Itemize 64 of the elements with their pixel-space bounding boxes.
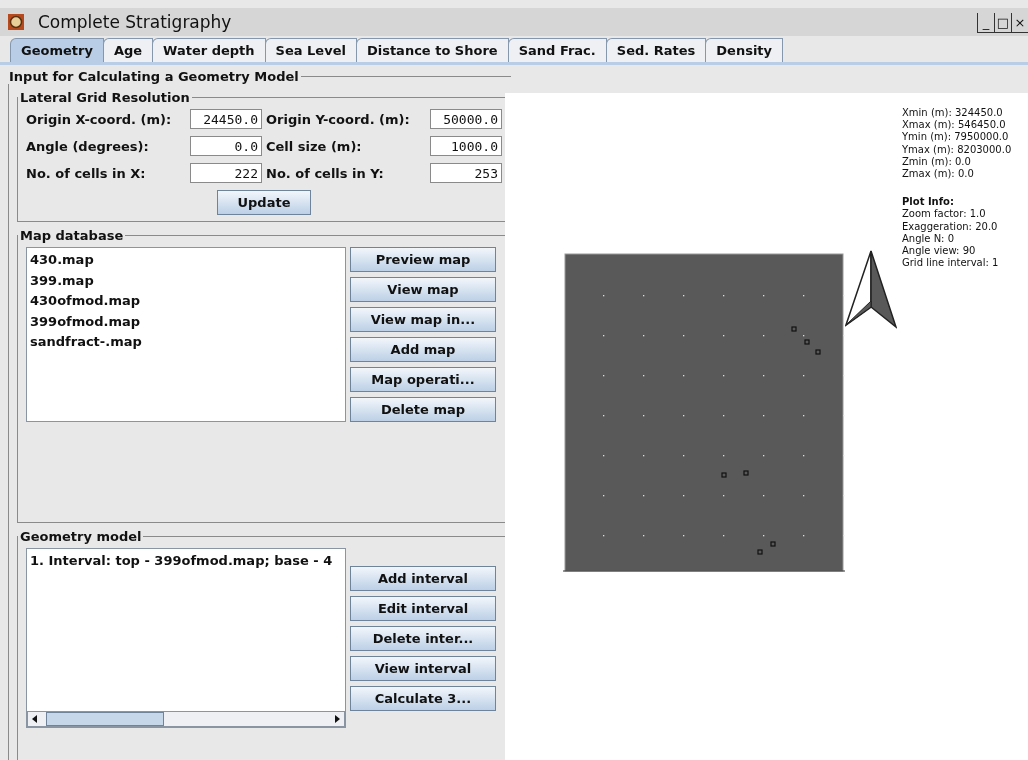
tab[interactable]: Density (705, 38, 784, 62)
plot-info-title: Plot Info: (902, 196, 955, 209)
extent-text: Ymin (m): 7950000.0 (902, 131, 1010, 144)
field-label: No. of cells in Y: (266, 165, 385, 181)
tab[interactable]: Age (102, 38, 154, 62)
app-icon (8, 14, 24, 30)
plot-info-text: Grid line interval: 1 (902, 257, 1000, 270)
field-label: Origin Y-coord. (m): (266, 111, 411, 127)
tab[interactable]: Sea Level (264, 38, 357, 62)
input-field[interactable]: 0.0 (190, 136, 262, 156)
map-action-button[interactable]: View map (350, 277, 496, 302)
window-title: Complete Stratigraphy (38, 12, 233, 32)
map-action-button[interactable]: View map in... (350, 307, 496, 332)
window-control-button[interactable]: _ (977, 13, 994, 33)
map-action-button[interactable]: Preview map (350, 247, 496, 272)
field-label: Cell size (m): (266, 138, 363, 154)
interval-list-item[interactable]: 1. Interval: top - 399ofmod.map; base - 4 (30, 551, 342, 572)
plot-info-text: Angle N: 0 (902, 232, 956, 246)
extent-text: Xmin (m): 324450.0 (902, 107, 1004, 120)
map-list-item[interactable]: 399ofmod.map (30, 311, 342, 332)
interval-list[interactable]: 1. Interval: top - 399ofmod.map; base - 4 (26, 548, 346, 728)
map-action-button[interactable]: Map operati... (350, 367, 496, 392)
interval-action-button[interactable]: Edit interval (350, 596, 496, 621)
interval-action-button[interactable]: Delete inter... (350, 626, 496, 651)
input-field[interactable]: 50000.0 (430, 109, 502, 129)
scroll-thumb[interactable] (46, 712, 164, 726)
extent-text: Ymax (m): 8203000.0 (902, 143, 1012, 156)
extent-text: Xmax (m): 546450.0 (902, 119, 1007, 132)
plot-info-text: Exaggeration: 20.0 (902, 220, 999, 233)
tab[interactable]: Water depth (152, 38, 266, 62)
horizontal-scrollbar[interactable] (27, 711, 345, 727)
map-list-item[interactable]: 430ofmod.map (30, 291, 342, 312)
map-action-button[interactable]: Add map (350, 337, 496, 362)
tab[interactable]: Sand Frac. (507, 38, 607, 62)
input-field[interactable]: 253 (430, 163, 502, 183)
field-label: Angle (degrees): (26, 138, 150, 154)
group-title: Map database (19, 228, 125, 243)
window-control-button[interactable]: □ (994, 13, 1011, 33)
panel-title: Input for Calculating a Geometry Model (8, 69, 300, 84)
map-action-button[interactable]: Delete map (350, 397, 496, 422)
tab[interactable]: Sed. Rates (605, 38, 707, 62)
plot-info-text: Angle view: 90 (902, 245, 977, 258)
input-field[interactable]: 222 (190, 163, 262, 183)
group-title: Lateral Grid Resolution (19, 90, 191, 105)
input-field[interactable]: 24450.0 (190, 109, 262, 129)
window-control-button[interactable]: × (1011, 13, 1028, 33)
extent-text: Zmax (m): 0.0 (902, 168, 975, 181)
input-field[interactable]: 1000.0 (430, 136, 502, 156)
interval-action-button[interactable]: Calculate 3... (350, 686, 496, 711)
tab[interactable]: Distance to Shore (355, 38, 509, 62)
map-list-item[interactable]: 399.map (30, 270, 342, 291)
plot-info-text: Zoom factor: 1.0 (902, 208, 987, 221)
tab[interactable]: Geometry (10, 38, 104, 62)
north-arrow-icon (845, 249, 897, 329)
update-button[interactable]: Update (217, 190, 311, 215)
map-list-item[interactable]: 430.map (30, 250, 342, 271)
field-label: Origin X-coord. (m): (26, 111, 173, 127)
interval-action-button[interactable]: View interval (350, 656, 496, 681)
map-list-item[interactable]: sandfract-.map (30, 332, 342, 353)
extent-text: Zmin (m): 0.0 (902, 155, 972, 168)
map-list[interactable]: 430.map 399.map 430ofmod.map 399ofmod.map sandfract-.map (26, 247, 346, 422)
group-title: Geometry model (19, 529, 143, 544)
field-label: No. of cells in X: (26, 165, 147, 181)
interval-action-button[interactable]: Add interval (350, 566, 496, 591)
